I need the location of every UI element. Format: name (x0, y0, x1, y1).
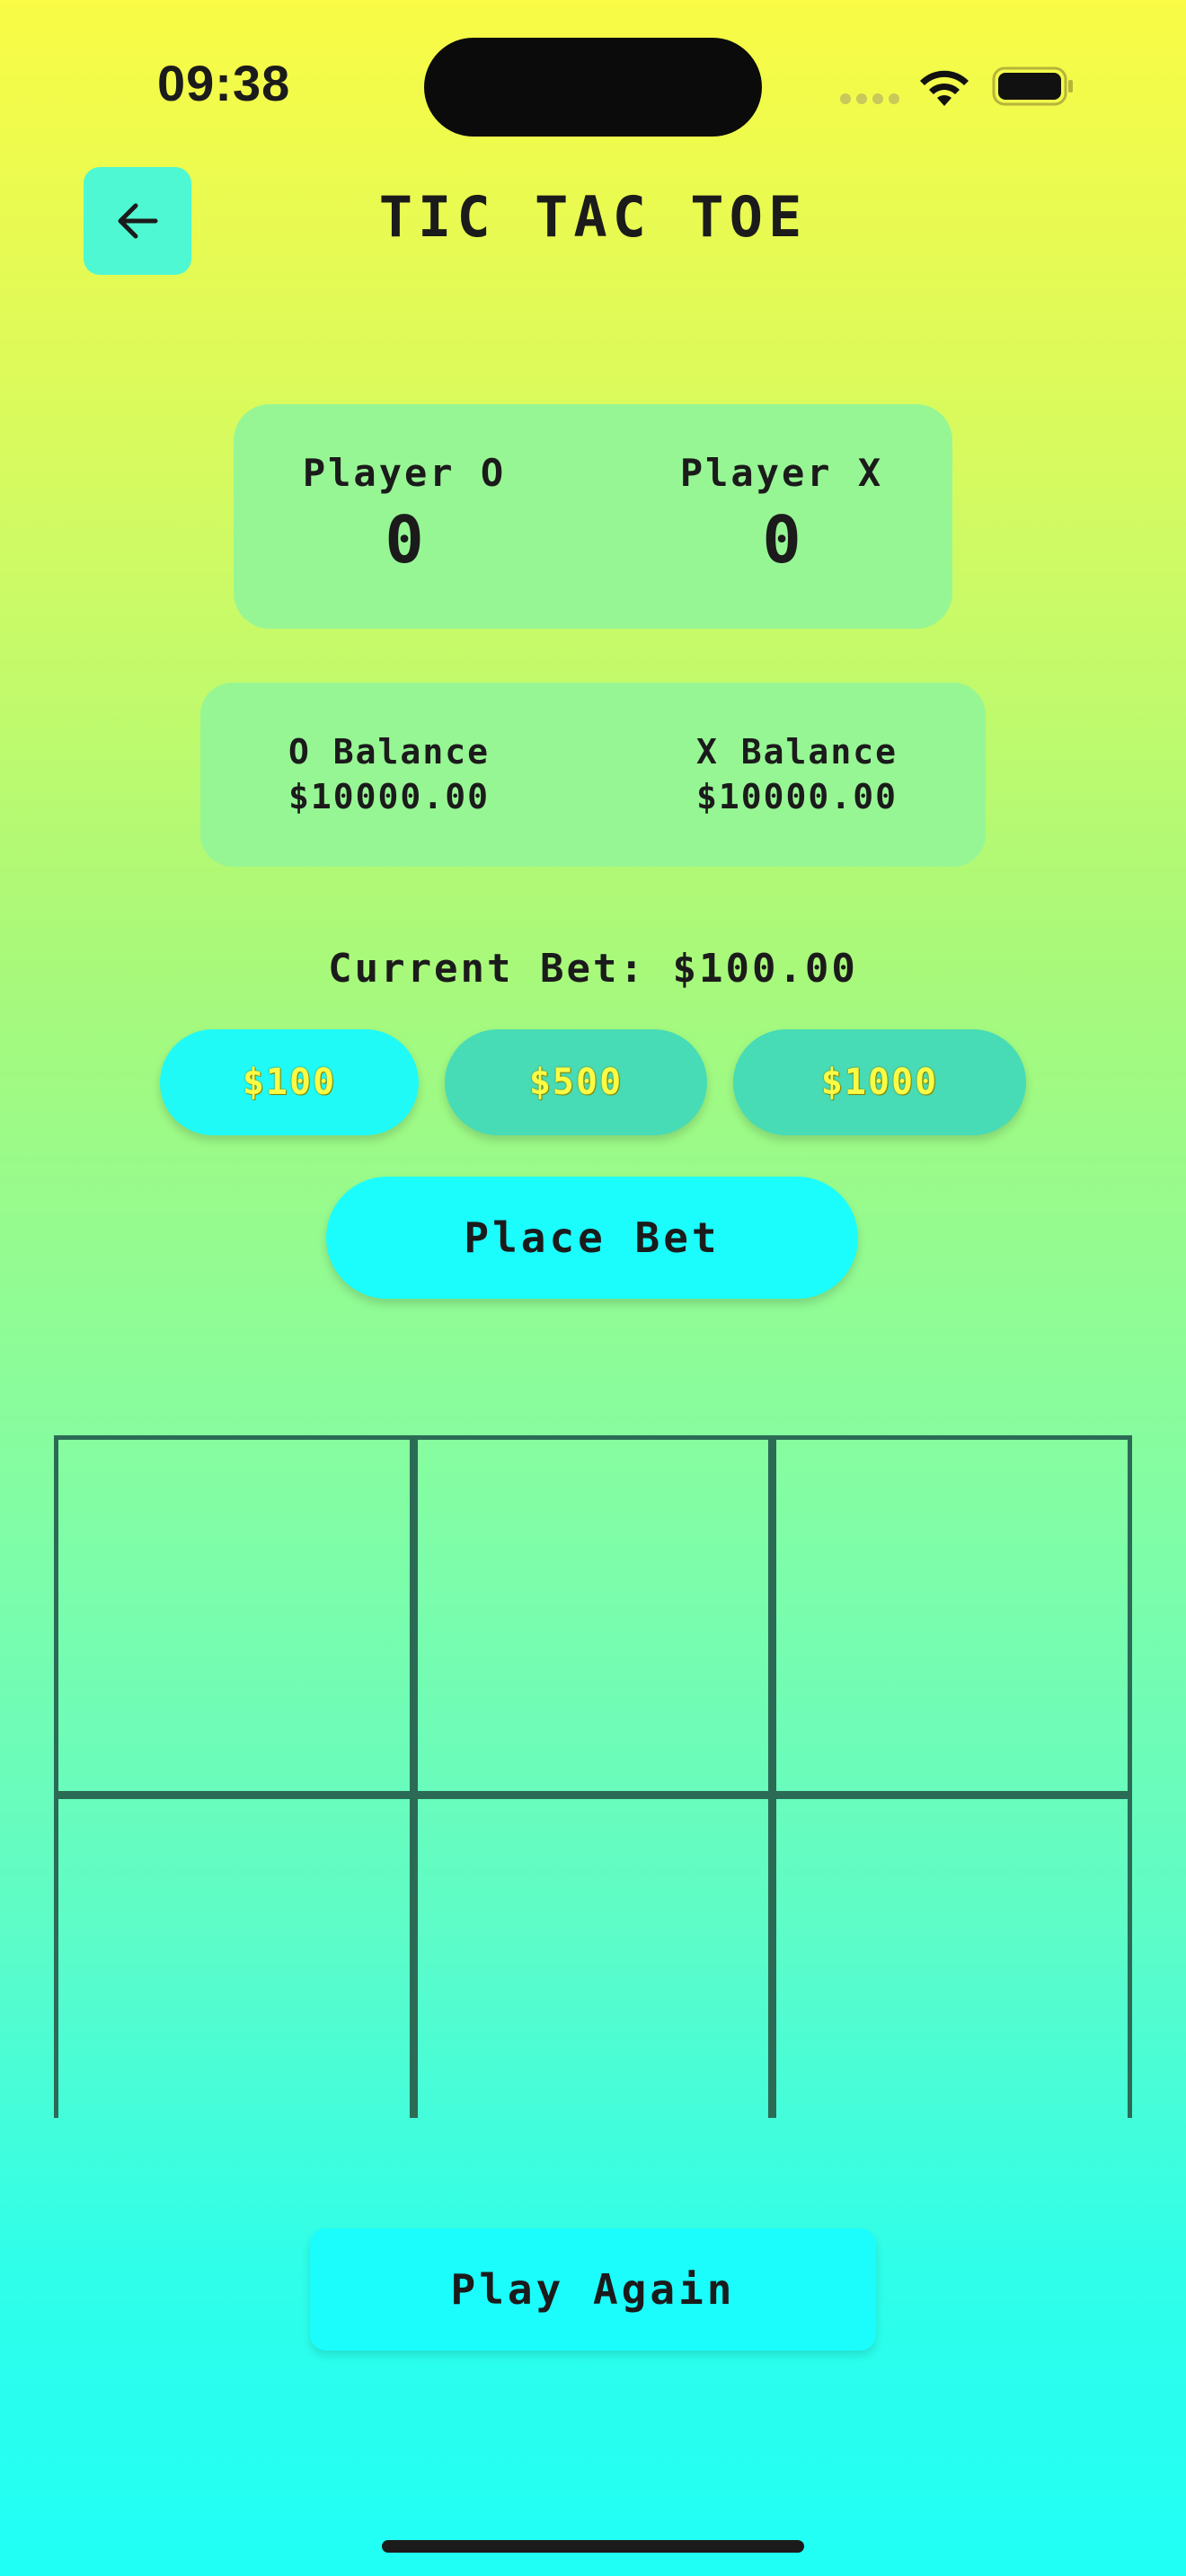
player-x-score: Player X 0 (611, 451, 952, 578)
player-o-label: Player O (302, 451, 507, 495)
grid-line-left (54, 1435, 58, 2118)
balance-card: O Balance $10000.00 X Balance $10000.00 (200, 683, 986, 867)
board-cell[interactable] (54, 1795, 413, 2118)
game-board (54, 1435, 1132, 2118)
player-x-value: 0 (762, 502, 801, 578)
o-balance-label: O Balance (288, 732, 490, 772)
place-bet-button[interactable]: Place Bet (326, 1177, 858, 1299)
play-again-button[interactable]: Play Again (310, 2228, 876, 2351)
grid-line-v1 (410, 1435, 418, 2118)
chip-100-button[interactable]: $100 (160, 1029, 419, 1135)
dynamic-island (424, 38, 762, 137)
x-balance-value: $10000.00 (696, 777, 898, 816)
player-o-score: Player O 0 (234, 451, 575, 578)
wifi-icon (920, 70, 969, 106)
player-x-label: Player X (679, 451, 884, 495)
x-balance-label: X Balance (696, 732, 898, 772)
score-card: Player O 0 Player X 0 (234, 404, 952, 629)
grid-line-top (54, 1435, 1132, 1440)
board-cell[interactable] (54, 1435, 413, 1793)
grid-line-v2 (768, 1435, 776, 2118)
cellular-signal-icon (840, 93, 903, 104)
board-cell[interactable] (413, 1795, 773, 2118)
home-indicator[interactable] (382, 2540, 804, 2553)
board-cell[interactable] (413, 1435, 773, 1793)
player-o-value: 0 (385, 502, 424, 578)
status-time: 09:38 (157, 55, 291, 111)
board-cell[interactable] (773, 1795, 1132, 2118)
o-balance-value: $10000.00 (288, 777, 490, 816)
board-cell[interactable] (773, 1435, 1132, 1793)
chip-1000-button[interactable]: $1000 (733, 1029, 1026, 1135)
chip-500-button[interactable]: $500 (445, 1029, 707, 1135)
o-balance: O Balance $10000.00 (200, 729, 578, 819)
battery-icon (992, 66, 1073, 106)
current-bet-label: Current Bet: $100.00 (328, 946, 858, 992)
page-title: TIC TAC TOE (378, 184, 808, 250)
x-balance: X Balance $10000.00 (608, 729, 986, 819)
grid-line-middle (54, 1791, 1132, 1799)
grid-line-right (1128, 1435, 1132, 2118)
